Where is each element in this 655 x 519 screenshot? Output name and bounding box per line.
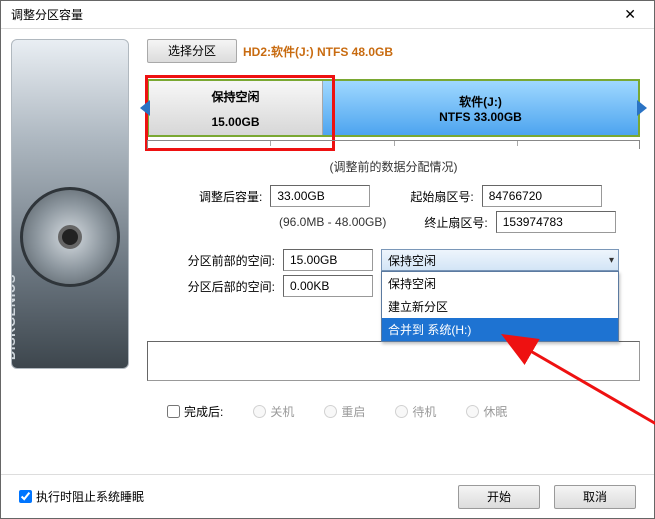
dropdown-selected-text: 保持空闲 bbox=[388, 252, 436, 269]
size-after-input[interactable] bbox=[270, 185, 370, 207]
opt-standby: 待机 bbox=[395, 403, 436, 420]
path-box[interactable] bbox=[147, 341, 640, 381]
segment-free[interactable]: 保持空闲 15.00GB bbox=[149, 81, 323, 135]
partition-bar: 保持空闲 15.00GB 软件(J:) NTFS 33.00GB (调整前的数据… bbox=[147, 79, 640, 175]
after-done-label: 完成后: bbox=[184, 403, 223, 420]
opt-reboot: 重启 bbox=[324, 403, 365, 420]
dropdown-option[interactable]: 保持空闲 bbox=[382, 272, 618, 295]
selected-disk-path: HD2:软件(J:) NTFS 48.0GB bbox=[243, 43, 393, 60]
space-after-label: 分区后部的空间: bbox=[175, 278, 275, 295]
chevron-down-icon: ▾ bbox=[609, 255, 614, 266]
size-range-hint: (96.0MB - 48.00GB) bbox=[279, 215, 386, 229]
prevent-sleep-checkbox[interactable]: 执行时阻止系统睡眠 bbox=[19, 488, 144, 505]
dropdown-list: 保持空闲 建立新分区 合并到 系统(H:) bbox=[381, 271, 619, 342]
footer: 执行时阻止系统睡眠 开始 取消 bbox=[1, 474, 654, 518]
dropdown-option[interactable]: 合并到 系统(H:) bbox=[382, 318, 618, 341]
dropdown-option[interactable]: 建立新分区 bbox=[382, 295, 618, 318]
side-illustration: DISKGENIUS bbox=[1, 29, 141, 474]
start-sector-input[interactable] bbox=[482, 185, 602, 207]
segment-free-label: 保持空闲 bbox=[211, 88, 259, 105]
close-icon[interactable]: ✕ bbox=[614, 4, 646, 25]
segment-main-fs: NTFS 33.00GB bbox=[439, 110, 522, 124]
caption-before-adjust: (调整前的数据分配情况) bbox=[147, 158, 640, 175]
resize-handle-right[interactable] bbox=[636, 81, 648, 135]
opt-shutdown: 关机 bbox=[253, 403, 294, 420]
opt-hibernate: 休眠 bbox=[466, 403, 507, 420]
resize-handle-left[interactable] bbox=[139, 81, 151, 135]
segment-main[interactable]: 软件(J:) NTFS 33.00GB bbox=[323, 81, 638, 135]
start-button[interactable]: 开始 bbox=[458, 485, 540, 509]
size-after-label: 调整后容量: bbox=[199, 188, 262, 205]
window-title: 调整分区容量 bbox=[11, 6, 83, 23]
space-after-input[interactable] bbox=[283, 275, 373, 297]
title-bar: 调整分区容量 ✕ bbox=[1, 1, 654, 29]
disk-image: DISKGENIUS bbox=[11, 39, 129, 369]
cancel-button[interactable]: 取消 bbox=[554, 485, 636, 509]
end-sector-input[interactable] bbox=[496, 211, 616, 233]
right-pane: 选择分区 HD2:软件(J:) NTFS 48.0GB 保持空闲 15.00GB… bbox=[141, 29, 654, 474]
main-area: DISKGENIUS 选择分区 HD2:软件(J:) NTFS 48.0GB 保… bbox=[1, 29, 654, 474]
segment-free-size: 15.00GB bbox=[211, 115, 259, 129]
start-sector-label: 起始扇区号: bbox=[410, 188, 473, 205]
end-sector-label: 终止扇区号: bbox=[424, 214, 487, 231]
prevent-sleep-label: 执行时阻止系统睡眠 bbox=[36, 488, 144, 505]
ruler bbox=[147, 140, 640, 154]
segment-main-label: 软件(J:) bbox=[459, 93, 502, 110]
space-before-input[interactable] bbox=[283, 249, 373, 271]
space-before-label: 分区前部的空间: bbox=[175, 252, 275, 269]
select-partition-button[interactable]: 选择分区 bbox=[147, 39, 237, 63]
space-before-action-select[interactable]: 保持空闲 ▾ bbox=[381, 249, 619, 271]
after-done-checkbox[interactable]: 完成后: bbox=[167, 403, 223, 420]
